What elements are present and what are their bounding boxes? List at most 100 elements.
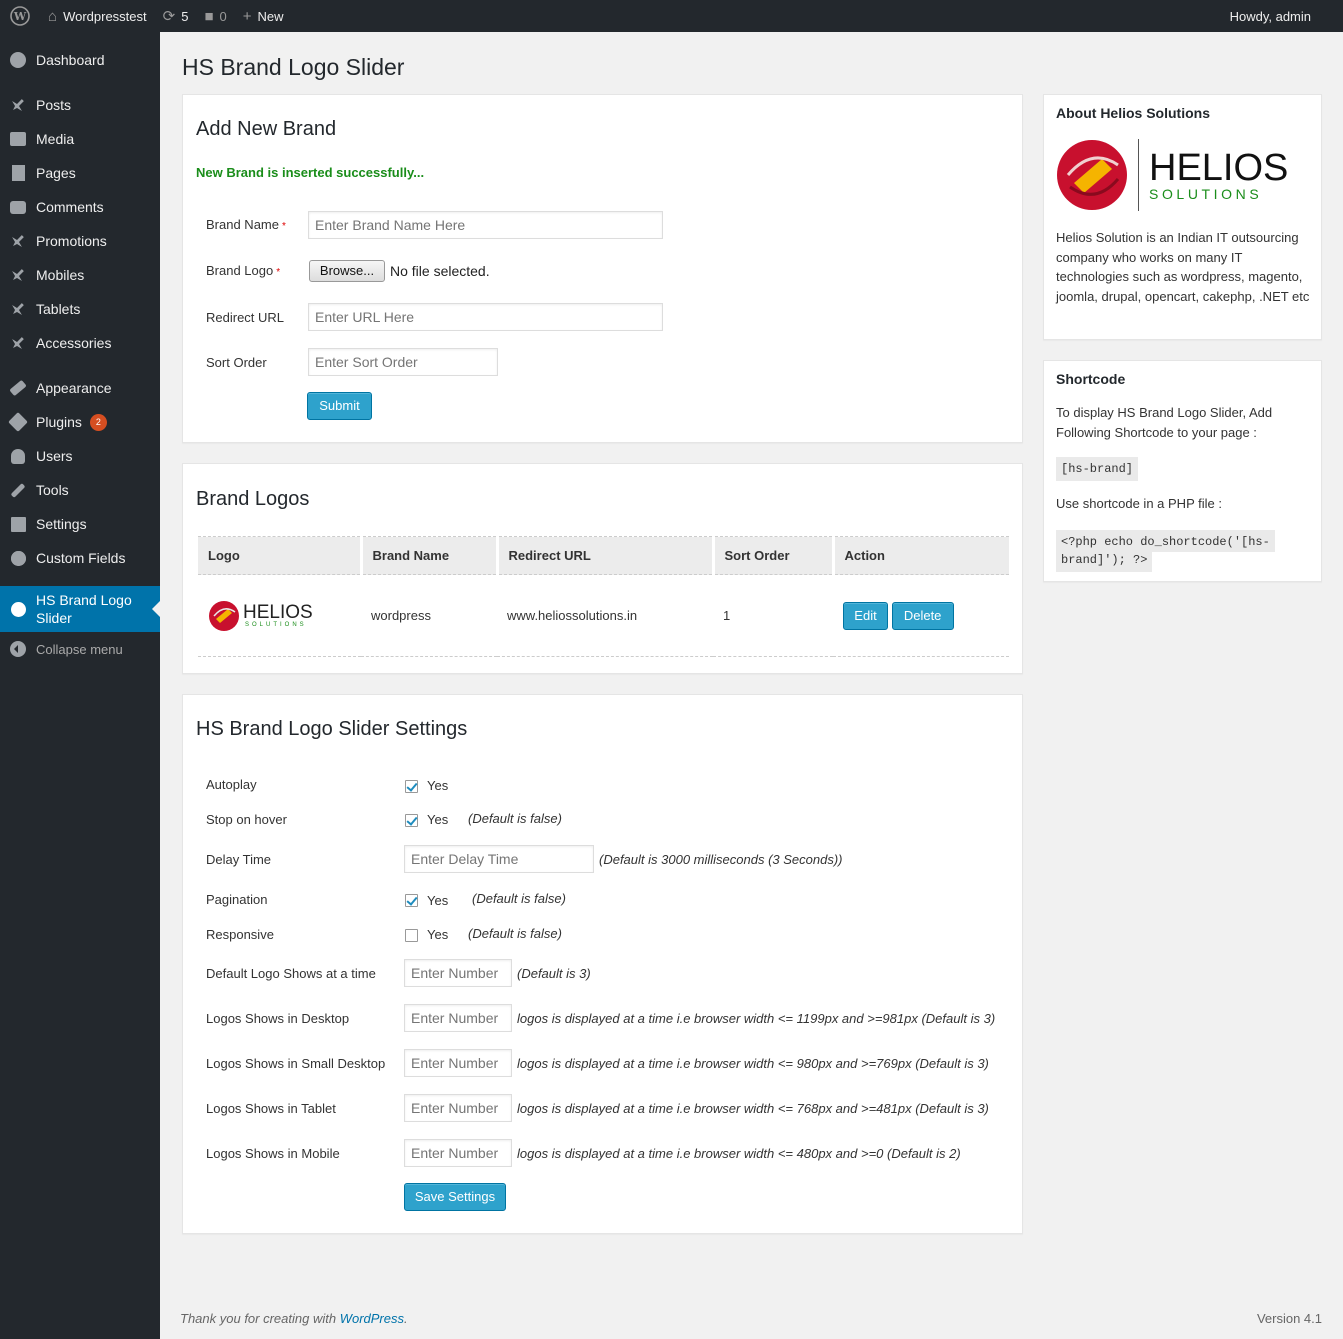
- redirect-url-label: Redirect URL: [206, 310, 285, 325]
- wordpress-link[interactable]: WordPress: [340, 1311, 404, 1326]
- small-desktop-logos-input[interactable]: [404, 1049, 512, 1077]
- about-logo-subtext: SOLUTIONS: [1149, 186, 1263, 202]
- tablet-logos-input[interactable]: [404, 1094, 512, 1122]
- comments-link[interactable]: ■ 0: [196, 0, 234, 32]
- dashboard-icon: [8, 50, 28, 70]
- new-content-link[interactable]: + New: [235, 0, 292, 32]
- sidebar-item-mobiles[interactable]: Mobiles: [0, 258, 160, 292]
- wordpress-logo-button[interactable]: W: [0, 0, 40, 32]
- collapse-label: Collapse menu: [36, 641, 123, 657]
- redirect-url-input[interactable]: [308, 303, 663, 331]
- sidebar-item-settings[interactable]: Settings: [0, 507, 160, 541]
- updates-link[interactable]: ⟳ 5: [155, 0, 197, 32]
- stop-on-hover-yes-label: Yes: [427, 812, 449, 827]
- sidebar-item-promotions[interactable]: Promotions: [0, 224, 160, 258]
- column-header-sort-order: Sort Order: [711, 536, 833, 575]
- brand-name-cell: wordpress: [361, 574, 497, 657]
- php-code-line-2: brand]'); ?>: [1056, 550, 1153, 572]
- sidebar-item-label: Plugins: [36, 414, 82, 430]
- default-logo-input[interactable]: [404, 959, 512, 987]
- pagination-hint: (Default is false): [472, 891, 566, 906]
- tablet-logos-hint: logos is displayed at a time i.e browser…: [517, 1101, 989, 1116]
- pagination-yes-label: Yes: [427, 893, 449, 908]
- about-logo-wordmark: HELIOS: [1149, 147, 1289, 189]
- responsive-hint: (Default is false): [468, 926, 562, 941]
- comment-icon: ■: [204, 7, 214, 25]
- settings-heading: HS Brand Logo Slider Settings: [196, 718, 468, 740]
- stop-on-hover-checkbox[interactable]: [405, 814, 418, 827]
- sidebar-item-posts[interactable]: Posts: [0, 88, 160, 122]
- action-cell: Edit Delete: [833, 574, 1009, 657]
- logo-subtext: SOLUTIONS: [245, 622, 307, 628]
- sidebar-item-accessories[interactable]: Accessories: [0, 326, 160, 360]
- page-title: HS Brand Logo Slider: [182, 54, 405, 80]
- sidebar-item-pages[interactable]: Pages: [0, 156, 160, 190]
- sidebar-item-tablets[interactable]: Tablets: [0, 292, 160, 326]
- brand-logos-table: Logo Brand Name Redirect URL Sort Order …: [198, 536, 1009, 657]
- desktop-logos-hint: logos is displayed at a time i.e browser…: [517, 1011, 996, 1026]
- collapse-menu-button[interactable]: Collapse menu: [0, 632, 160, 666]
- shortcode-intro: To display HS Brand Logo Slider, Add Fol…: [1056, 405, 1273, 440]
- sidebar-item-plugins[interactable]: Plugins 2: [0, 405, 160, 439]
- column-header-logo: Logo: [198, 536, 361, 575]
- sidebar-item-label: Media: [36, 131, 75, 147]
- delete-button[interactable]: Delete: [891, 601, 954, 630]
- column-header-redirect-url: Redirect URL: [495, 536, 713, 575]
- stop-on-hover-label: Stop on hover: [206, 812, 287, 827]
- new-label: New: [257, 8, 284, 24]
- sidebar-item-users[interactable]: Users: [0, 439, 160, 473]
- pagination-checkbox[interactable]: [405, 894, 418, 907]
- pages-icon: [8, 163, 28, 183]
- shortcode-code: [hs-brand]: [1056, 457, 1139, 481]
- browse-button[interactable]: Browse...: [309, 260, 385, 282]
- helios-mark-icon: [209, 600, 239, 631]
- slider-settings-panel: HS Brand Logo Slider Settings Autoplay Y…: [182, 694, 1023, 1234]
- edit-button[interactable]: Edit: [843, 601, 888, 630]
- pin-icon: [8, 231, 28, 251]
- sidebar-item-label: Pages: [36, 165, 76, 181]
- table-row: HELIOS SOLUTIONS wordpress www.heliossol…: [198, 574, 1009, 657]
- sidebar-item-appearance[interactable]: Appearance: [0, 371, 160, 405]
- no-file-text: No file selected.: [390, 263, 490, 279]
- howdy-text: Howdy, admin: [1229, 8, 1311, 24]
- account-menu[interactable]: Howdy, admin: [1222, 0, 1343, 32]
- sidebar-item-hs-brand-logo-slider[interactable]: HS Brand Logo Slider: [0, 586, 160, 632]
- plus-icon: +: [242, 7, 252, 25]
- sidebar-item-tools[interactable]: Tools: [0, 473, 160, 507]
- brand-logo-label: Brand Logo *: [206, 263, 281, 278]
- sidebar-item-dashboard[interactable]: Dashboard: [0, 43, 160, 77]
- delay-time-label: Delay Time: [206, 852, 272, 867]
- autoplay-checkbox[interactable]: [405, 780, 418, 793]
- plugin-update-badge: 2: [89, 413, 107, 431]
- table-header-row: Logo Brand Name Redirect URL Sort Order …: [198, 536, 1009, 575]
- submit-button[interactable]: Submit: [307, 392, 372, 420]
- about-text: Helios Solution is an Indian IT outsourc…: [1056, 230, 1310, 304]
- site-name: Wordpresstest: [63, 8, 147, 24]
- site-name-link[interactable]: ⌂ Wordpresstest: [40, 0, 155, 32]
- save-settings-button[interactable]: Save Settings: [404, 1183, 506, 1211]
- sidebar-item-label: Accessories: [36, 335, 112, 351]
- tablet-logos-label: Logos Shows in Tablet: [206, 1101, 336, 1116]
- responsive-checkbox[interactable]: [405, 929, 418, 942]
- sidebar-item-media[interactable]: Media: [0, 122, 160, 156]
- refresh-icon: ⟳: [162, 8, 176, 25]
- gear-icon: [8, 548, 28, 568]
- redirect-url-cell: www.heliossolutions.in: [497, 574, 713, 657]
- sort-order-input[interactable]: [308, 348, 498, 376]
- pin-icon: [8, 95, 28, 115]
- delay-time-input[interactable]: [404, 845, 594, 873]
- add-brand-heading: Add New Brand: [196, 118, 337, 140]
- pin-icon: [8, 333, 28, 353]
- mobile-logos-input[interactable]: [404, 1139, 512, 1167]
- desktop-logos-input[interactable]: [404, 1004, 512, 1032]
- sidebar-item-custom-fields[interactable]: Custom Fields: [0, 541, 160, 575]
- wrench-icon: [8, 480, 28, 500]
- gear-icon: [8, 599, 28, 619]
- helios-logo-thumbnail: HELIOS SOLUTIONS: [208, 600, 361, 632]
- small-desktop-logos-hint: logos is displayed at a time i.e browser…: [517, 1056, 989, 1071]
- wordpress-icon: W: [10, 6, 30, 26]
- comments-count: 0: [219, 8, 227, 24]
- brand-name-input[interactable]: [308, 211, 663, 239]
- about-helios-panel: About Helios Solutions HELIOS SOLUTIONS …: [1043, 94, 1322, 340]
- sidebar-item-comments[interactable]: Comments: [0, 190, 160, 224]
